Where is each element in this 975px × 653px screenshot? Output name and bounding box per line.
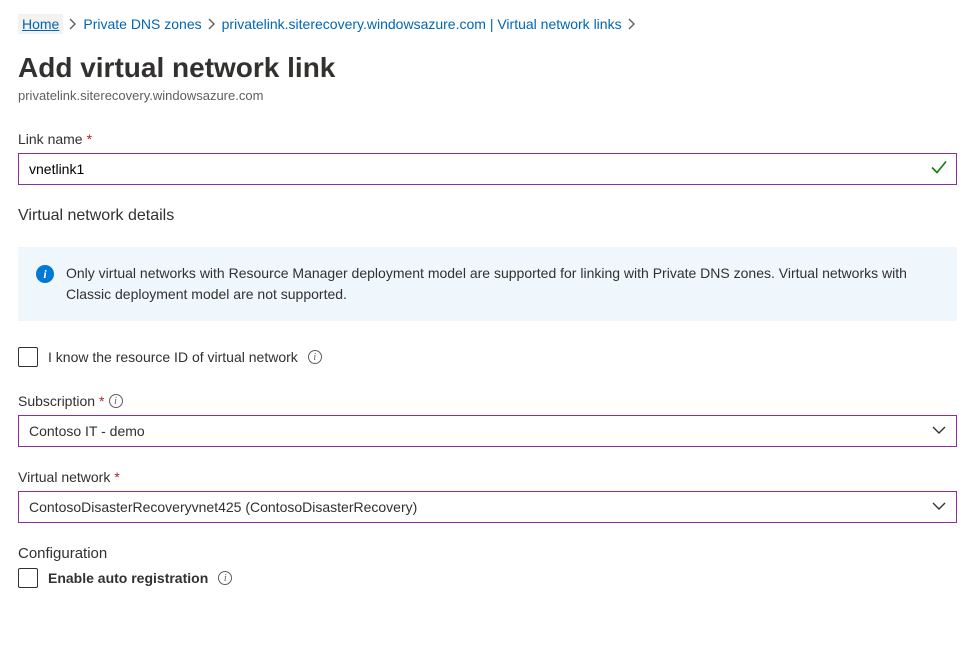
link-name-label: Link name * (18, 131, 957, 147)
vnet-label: Virtual network * (18, 469, 957, 485)
subscription-value: Contoso IT - demo (29, 423, 145, 439)
chevron-down-icon (932, 426, 946, 436)
chevron-right-icon (69, 18, 77, 30)
configuration-heading: Configuration (18, 545, 957, 562)
chevron-down-icon (932, 502, 946, 512)
breadcrumb-zone-detail[interactable]: privatelink.siterecovery.windowsazure.co… (222, 16, 622, 32)
subscription-dropdown[interactable]: Contoso IT - demo (18, 415, 957, 447)
info-box: i Only virtual networks with Resource Ma… (18, 247, 957, 321)
chevron-right-icon (628, 18, 636, 30)
required-asterisk: * (99, 393, 104, 409)
required-asterisk: * (87, 131, 92, 147)
know-resource-id-checkbox[interactable] (18, 347, 38, 367)
required-asterisk: * (114, 469, 119, 485)
help-icon[interactable]: i (218, 571, 232, 585)
auto-registration-label: Enable auto registration (48, 570, 208, 586)
info-icon: i (36, 265, 54, 283)
page-subtitle: privatelink.siterecovery.windowsazure.co… (18, 88, 957, 103)
vnet-value: ContosoDisasterRecoveryvnet425 (ContosoD… (29, 499, 417, 515)
vnet-details-heading: Virtual network details (18, 207, 957, 225)
vnet-dropdown[interactable]: ContosoDisasterRecoveryvnet425 (ContosoD… (18, 491, 957, 523)
info-text: Only virtual networks with Resource Mana… (66, 263, 939, 305)
help-icon[interactable]: i (308, 350, 322, 364)
breadcrumb: Home Private DNS zones privatelink.siter… (18, 14, 957, 34)
help-icon[interactable]: i (109, 394, 123, 408)
link-name-input[interactable] (18, 153, 957, 185)
chevron-right-icon (208, 18, 216, 30)
auto-registration-checkbox[interactable] (18, 568, 38, 588)
breadcrumb-zones[interactable]: Private DNS zones (83, 16, 201, 32)
breadcrumb-home[interactable]: Home (18, 14, 63, 34)
subscription-label: Subscription * i (18, 393, 957, 409)
know-resource-id-label: I know the resource ID of virtual networ… (48, 349, 298, 365)
page-title: Add virtual network link (18, 52, 957, 84)
checkmark-icon (931, 161, 947, 178)
